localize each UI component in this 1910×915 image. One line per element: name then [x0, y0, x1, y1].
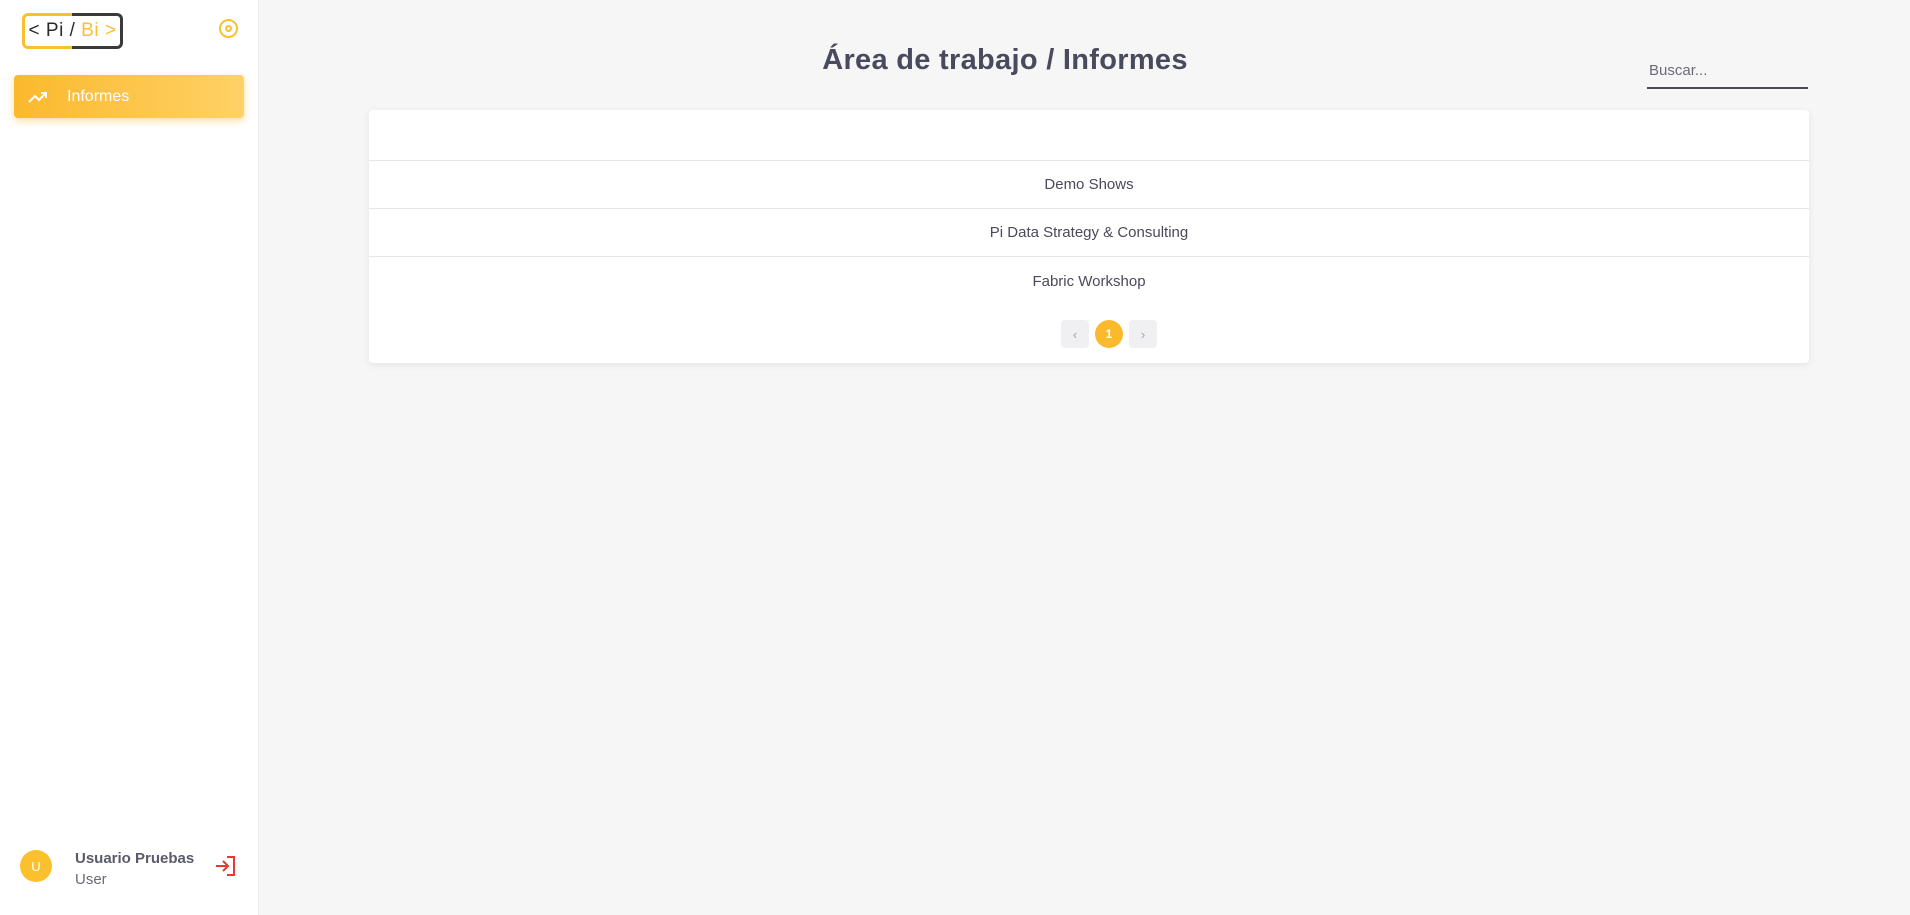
logo[interactable]: < Pi / Bi > — [22, 13, 123, 49]
user-profile: U Usuario Pruebas User — [20, 850, 245, 890]
page-1-button[interactable]: 1 — [1095, 320, 1123, 348]
prev-page-button[interactable]: ‹ — [1061, 320, 1089, 348]
sidebar-item-informes[interactable]: Informes — [14, 75, 244, 118]
sidebar-toggle-button[interactable] — [219, 19, 238, 38]
reports-table: Demo Shows Pi Data Strategy & Consulting… — [369, 110, 1809, 363]
sidebar: < Pi / Bi > Informes U Usuario Pruebas U… — [0, 0, 259, 915]
table-row[interactable]: Fabric Workshop — [369, 257, 1809, 305]
logout-icon[interactable] — [213, 854, 237, 878]
next-page-button[interactable]: › — [1129, 320, 1157, 348]
logo-lt: < — [28, 20, 41, 41]
trending-up-icon — [28, 91, 47, 103]
logo-gt: > — [104, 20, 117, 41]
page-title: Área de trabajo / Informes — [822, 44, 1188, 76]
app-root: < Pi / Bi > Informes U Usuario Pruebas U… — [0, 0, 1910, 915]
table-row[interactable]: Demo Shows — [369, 161, 1809, 209]
table-row[interactable]: Pi Data Strategy & Consulting — [369, 209, 1809, 257]
logo-slash: / — [69, 20, 76, 41]
avatar[interactable]: U — [20, 850, 52, 882]
pagination: ‹ 1 › — [369, 320, 1809, 348]
user-name: Usuario Pruebas — [75, 850, 195, 867]
logo-pi: Pi — [45, 20, 64, 41]
target-icon — [225, 25, 232, 32]
table-header — [369, 110, 1809, 161]
user-role: User — [75, 871, 107, 888]
sidebar-item-label: Informes — [67, 87, 130, 105]
search-input[interactable] — [1647, 54, 1808, 89]
logo-bi: Bi — [81, 20, 100, 41]
